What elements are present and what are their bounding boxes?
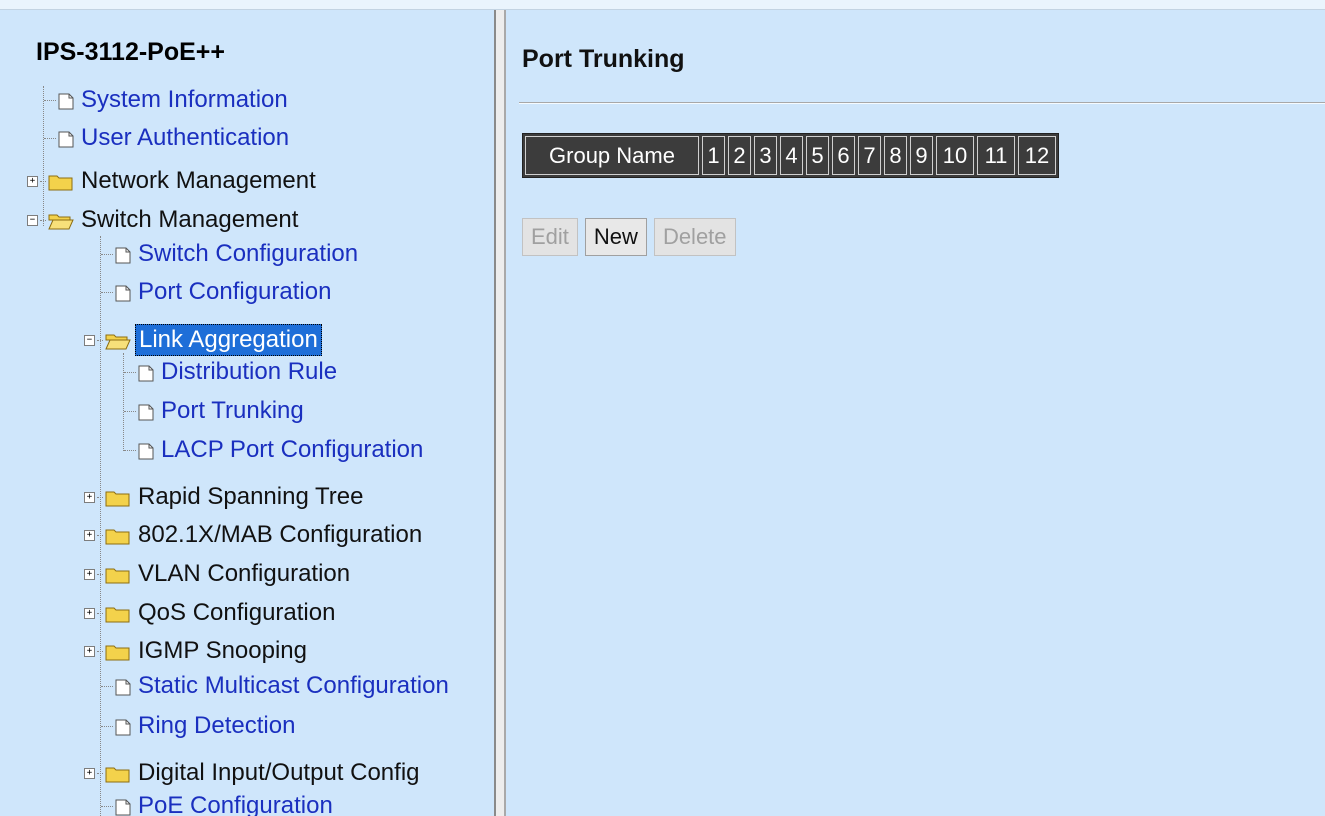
column-header-port: 6 — [832, 136, 855, 175]
collapse-icon[interactable]: − — [84, 334, 95, 346]
column-header-port: 9 — [910, 136, 933, 175]
tree-item-system-information[interactable]: System Information — [44, 84, 291, 116]
tree-item-label: Ring Detection — [138, 712, 296, 739]
column-header-port: 4 — [780, 136, 803, 175]
tree-item-label: LACP Port Configuration — [161, 436, 424, 463]
document-icon — [115, 677, 131, 696]
tree-item-label: Switch Management — [81, 206, 299, 233]
folder-icon — [105, 604, 131, 623]
folder-icon — [105, 526, 131, 545]
folder-icon — [105, 764, 131, 783]
tree-item-digital-io-config[interactable]: + Digital Input/Output Config — [84, 757, 423, 789]
open-folder-icon — [48, 211, 74, 230]
document-icon — [115, 797, 131, 816]
tree-item-label: Distribution Rule — [161, 358, 338, 385]
tree-item-label: Network Management — [81, 167, 316, 194]
tree-item-label: User Authentication — [81, 124, 290, 151]
tree-item-port-configuration[interactable]: Port Configuration — [101, 276, 334, 308]
folder-icon — [105, 642, 131, 661]
column-header-group-name: Group Name — [525, 136, 699, 175]
folder-icon — [48, 172, 74, 191]
open-folder-icon — [105, 331, 131, 350]
tree-item-port-trunking[interactable]: Port Trunking — [124, 395, 307, 427]
column-header-port: 11 — [977, 136, 1015, 175]
column-header-port: 5 — [806, 136, 829, 175]
device-title: IPS-3112-PoE++ — [36, 38, 226, 66]
expand-icon[interactable]: + — [84, 607, 95, 619]
tree-item-vlan-configuration[interactable]: + VLAN Configuration — [84, 558, 353, 590]
new-button[interactable]: New — [584, 218, 647, 256]
tree-item-lacp-port-configuration[interactable]: LACP Port Configuration — [124, 434, 426, 466]
document-icon — [115, 717, 131, 736]
column-header-port: 10 — [936, 136, 974, 175]
document-icon — [138, 441, 154, 460]
tree-item-static-multicast-configuration[interactable]: Static Multicast Configuration — [101, 670, 452, 702]
document-icon — [138, 402, 154, 421]
tree-item-label-selected: Link Aggregation — [135, 324, 322, 356]
tree-item-poe-configuration[interactable]: PoE Configuration — [101, 790, 336, 816]
tree-item-label: Digital Input/Output Config — [138, 759, 420, 786]
tree-item-label: 802.1X/MAB Configuration — [138, 521, 423, 548]
port-trunking-table-header: Group Name 1 2 3 4 5 6 7 8 9 10 11 12 — [522, 133, 1059, 178]
column-header-port: 3 — [754, 136, 777, 175]
document-icon — [115, 245, 131, 264]
title-divider — [519, 102, 1325, 104]
tree-item-rapid-spanning-tree[interactable]: + Rapid Spanning Tree — [84, 481, 367, 513]
column-header-port: 2 — [728, 136, 751, 175]
tree-item-label: Port Trunking — [161, 397, 304, 424]
document-icon — [58, 91, 74, 110]
tree-item-label: Port Configuration — [138, 278, 332, 305]
expand-icon[interactable]: + — [84, 568, 95, 580]
document-icon — [138, 363, 154, 382]
tree-item-link-aggregation[interactable]: − Link Aggregation — [84, 324, 322, 356]
content-panel: Port Trunking Group Name 1 2 3 4 5 6 7 8… — [506, 10, 1325, 816]
folder-icon — [105, 488, 131, 507]
document-icon — [115, 283, 131, 302]
column-header-port: 1 — [702, 136, 725, 175]
tree-item-ring-detection[interactable]: Ring Detection — [101, 710, 298, 742]
tree-item-label: Rapid Spanning Tree — [138, 483, 364, 510]
tree-item-qos-configuration[interactable]: + QoS Configuration — [84, 597, 338, 629]
tree-item-switch-management[interactable]: − Switch Management — [27, 204, 301, 236]
column-header-port: 7 — [858, 136, 881, 175]
expand-icon[interactable]: + — [84, 645, 95, 657]
frame-splitter[interactable] — [494, 10, 506, 816]
tree-item-user-authentication[interactable]: User Authentication — [44, 122, 292, 154]
tree-item-label: IGMP Snooping — [138, 637, 307, 664]
tree-item-igmp-snooping[interactable]: + IGMP Snooping — [84, 635, 310, 667]
column-header-port: 8 — [884, 136, 907, 175]
expand-icon[interactable]: + — [84, 529, 95, 541]
expand-icon[interactable]: + — [84, 491, 95, 503]
tree-item-network-management[interactable]: + Network Management — [27, 165, 319, 197]
top-border — [0, 0, 1325, 10]
folder-icon — [105, 565, 131, 584]
tree-item-switch-configuration[interactable]: Switch Configuration — [101, 238, 361, 270]
edit-button[interactable]: Edit — [522, 218, 578, 256]
expand-icon[interactable]: + — [27, 175, 38, 187]
expand-icon[interactable]: + — [84, 767, 95, 779]
document-icon — [58, 129, 74, 148]
action-buttons: Edit New Delete — [522, 218, 743, 256]
navigation-tree: IPS-3112-PoE++ System Information User A… — [0, 10, 494, 816]
tree-item-label: Static Multicast Configuration — [138, 672, 449, 699]
collapse-icon[interactable]: − — [27, 214, 38, 226]
tree-item-label: QoS Configuration — [138, 599, 336, 626]
page-title: Port Trunking — [522, 45, 685, 73]
tree-item-label: Switch Configuration — [138, 240, 359, 267]
tree-item-label: System Information — [81, 86, 288, 113]
tree-item-distribution-rule[interactable]: Distribution Rule — [124, 356, 340, 388]
tree-item-label: VLAN Configuration — [138, 560, 351, 587]
column-header-port: 12 — [1018, 136, 1056, 175]
tree-item-label: PoE Configuration — [138, 792, 333, 816]
tree-item-8021x-mab-configuration[interactable]: + 802.1X/MAB Configuration — [84, 519, 425, 551]
delete-button[interactable]: Delete — [653, 218, 736, 256]
